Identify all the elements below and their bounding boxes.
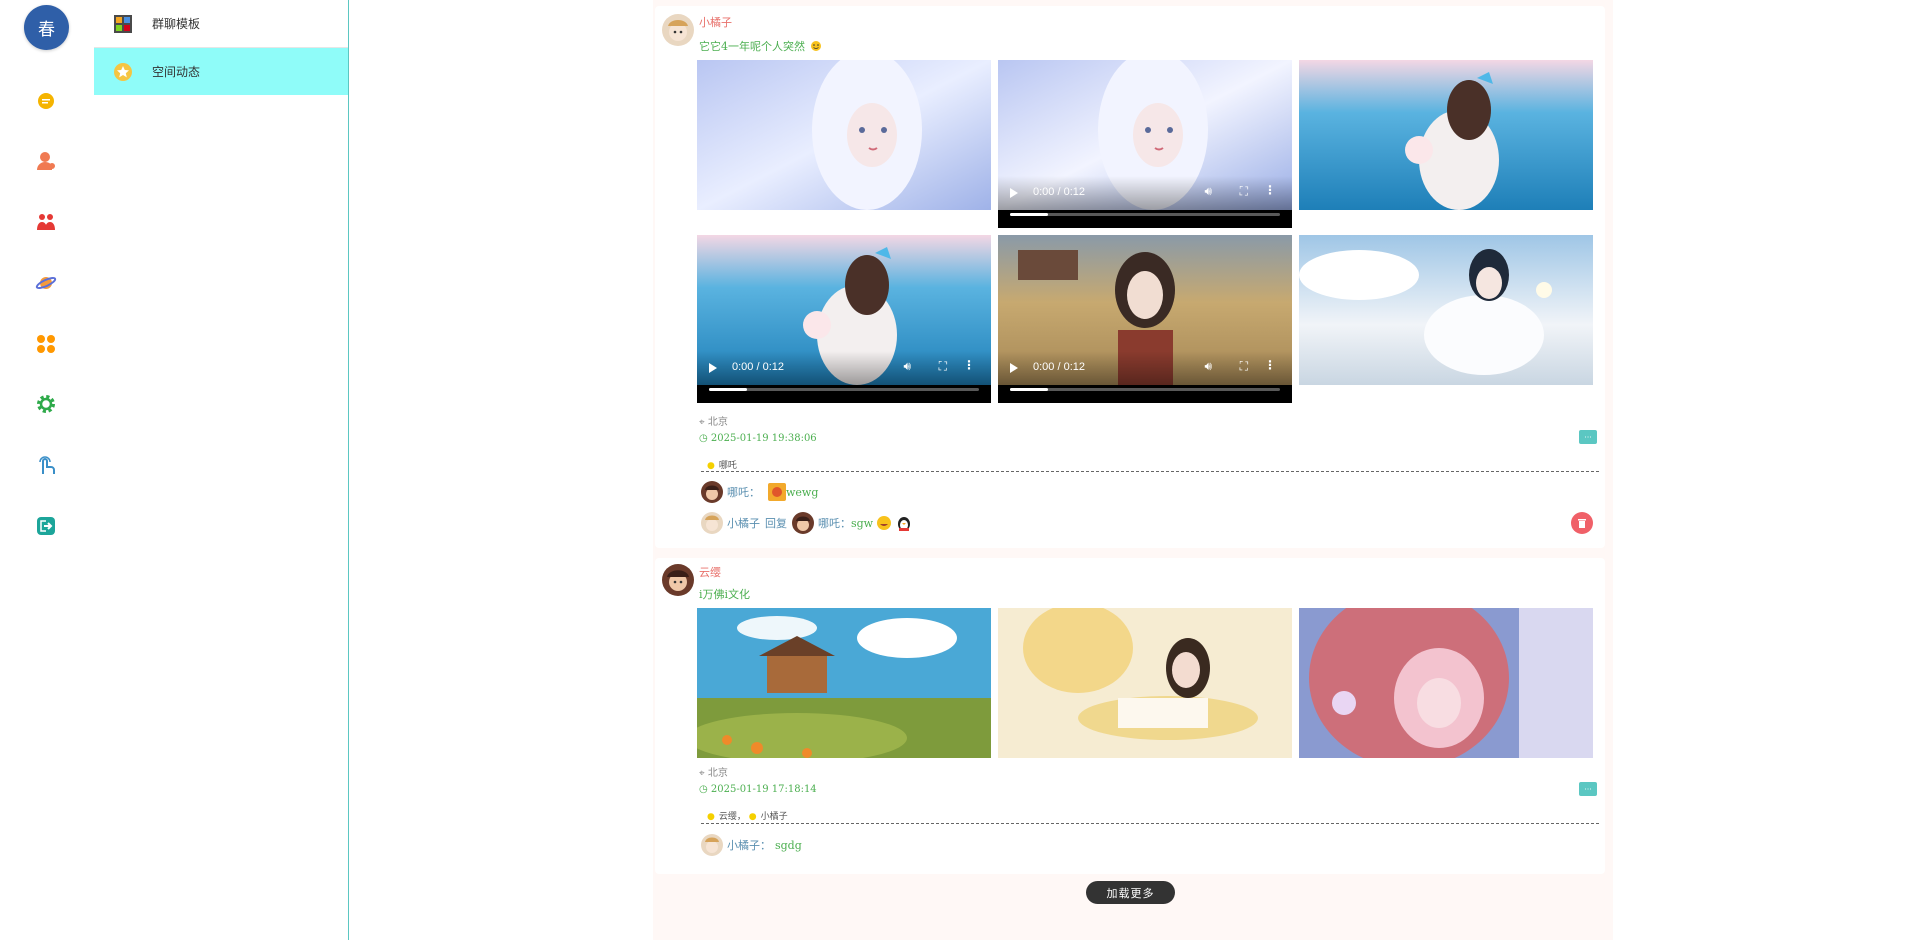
video-time: 0:00 / 0:12 — [732, 361, 784, 373]
nav-rail: 春 — [0, 0, 94, 940]
video-controls: 0:00 / 0:12 🔊︎ ⛶ ⋮ — [697, 351, 991, 403]
video-controls: 0:00 / 0:12 🔊︎ ⛶ ⋮ — [998, 176, 1292, 228]
sidebar-item-space-moments[interactable]: 空间动态 — [94, 48, 348, 95]
post-image[interactable] — [998, 608, 1292, 758]
play-icon[interactable] — [709, 363, 717, 373]
more-options-icon[interactable]: ⋮ — [1264, 358, 1276, 372]
video-progress[interactable] — [1010, 213, 1280, 216]
post-card: 云缨 i万佛i文化 ⌖ 北京 ◷ 2025-01-19 17:18:14 ··· — [655, 558, 1605, 874]
commenter-name[interactable]: 小橘子： — [727, 837, 771, 853]
settings-icon[interactable] — [33, 391, 59, 417]
post-location: ⌖ 北京 — [699, 417, 728, 428]
sticker-emoji-icon — [768, 483, 786, 501]
commenter-avatar[interactable] — [701, 834, 723, 856]
user-avatar[interactable]: 春 — [24, 5, 69, 50]
sidebar: 群聊模板 空间动态 — [94, 0, 349, 940]
post-image[interactable] — [1299, 235, 1593, 385]
planet-icon[interactable] — [33, 270, 59, 296]
like-star-icon: ● — [707, 461, 715, 471]
reply-target-name[interactable]: 哪吒： — [818, 515, 851, 531]
play-icon[interactable] — [1010, 188, 1018, 198]
author-avatar[interactable] — [662, 14, 694, 46]
location-pin-icon: ⌖ — [699, 768, 705, 779]
groups-icon[interactable] — [33, 209, 59, 235]
post-video[interactable]: 0:00 / 0:12 🔊︎ ⛶ ⋮ — [998, 60, 1292, 228]
post-location: ⌖ 北京 — [699, 768, 728, 779]
comment-text: sgdg — [775, 838, 802, 852]
sidebar-item-group-templates[interactable]: 群聊模板 — [94, 0, 348, 48]
more-options-icon[interactable]: ⋮ — [963, 358, 975, 372]
penguin-emoji-icon — [895, 514, 913, 532]
commenter-avatar[interactable] — [701, 481, 723, 503]
like-star-icon: ● — [707, 812, 715, 822]
post-actions-button[interactable]: ··· — [1579, 430, 1597, 444]
likes-row: ● 云缨， ● 小橘子 — [707, 812, 788, 822]
video-time: 0:00 / 0:12 — [1033, 361, 1085, 373]
comment-row: 小橘子： sgdg — [701, 834, 802, 856]
post-video[interactable]: 0:00 / 0:12 🔊︎ ⛶ ⋮ — [697, 235, 991, 403]
load-more-button[interactable]: 加载更多 — [1086, 881, 1175, 904]
post-text: i万佛i文化 — [699, 588, 751, 601]
template-icon — [112, 13, 134, 35]
clock-icon: ◷ — [699, 784, 708, 795]
commenter-avatar[interactable] — [701, 512, 723, 534]
commenter-name[interactable]: 小橘子 — [727, 515, 760, 531]
reply-target-avatar[interactable] — [792, 512, 814, 534]
post-video[interactable]: 0:00 / 0:12 🔊︎ ⛶ ⋮ — [998, 235, 1292, 403]
post-actions-button[interactable]: ··· — [1579, 782, 1597, 796]
fullscreen-icon[interactable]: ⛶ — [939, 359, 947, 374]
play-icon[interactable] — [1010, 363, 1018, 373]
post-time: ◷ 2025-01-19 19:38:06 — [699, 433, 817, 444]
video-progress[interactable] — [709, 388, 979, 391]
comment-text: wewg — [786, 485, 819, 499]
post-text: 它它4一年呢个人突然 — [699, 38, 823, 56]
main-area: 小橘子 它它4一年呢个人突然 0:00 / 0:12 🔊︎ ⛶ ⋮ 0:00 /… — [349, 0, 1906, 940]
apps-icon[interactable] — [33, 331, 59, 357]
fullscreen-icon[interactable]: ⛶ — [1240, 359, 1248, 374]
sidebar-item-label: 空间动态 — [152, 65, 201, 79]
post-card: 小橘子 它它4一年呢个人突然 0:00 / 0:12 🔊︎ ⛶ ⋮ 0:00 /… — [655, 6, 1605, 548]
touch-icon[interactable] — [33, 452, 59, 478]
post-image[interactable] — [697, 60, 991, 210]
post-time: ◷ 2025-01-19 17:18:14 — [699, 784, 817, 795]
author-name[interactable]: 云缨 — [699, 564, 721, 580]
post-image[interactable] — [1299, 608, 1593, 758]
location-pin-icon: ⌖ — [699, 417, 705, 428]
divider — [701, 471, 1599, 472]
sidebar-item-label: 群聊模板 — [152, 17, 201, 31]
video-controls: 0:00 / 0:12 🔊︎ ⛶ ⋮ — [998, 351, 1292, 403]
chat-icon[interactable] — [33, 88, 59, 114]
volume-icon[interactable]: 🔊︎ — [903, 359, 911, 374]
reply-label: 回复 — [765, 517, 787, 530]
clock-icon: ◷ — [699, 433, 708, 444]
moments-feed: 小橘子 它它4一年呢个人突然 0:00 / 0:12 🔊︎ ⛶ ⋮ 0:00 /… — [653, 0, 1613, 940]
avatar-text: 春 — [38, 20, 55, 40]
logout-icon[interactable] — [33, 513, 59, 539]
star-icon — [112, 61, 134, 83]
likes-row: ● 哪吒 — [707, 461, 737, 471]
author-name[interactable]: 小橘子 — [699, 14, 732, 30]
like-star-icon: ● — [748, 812, 757, 822]
video-time: 0:00 / 0:12 — [1033, 186, 1085, 198]
laughing-emoji-icon — [875, 514, 893, 532]
more-options-icon[interactable]: ⋮ — [1264, 183, 1276, 197]
commenter-name[interactable]: 哪吒： — [727, 484, 760, 500]
comment-row: 哪吒： wewg — [701, 481, 818, 503]
comment-reply-row: 小橘子 回复 哪吒： sgw — [701, 512, 913, 534]
fullscreen-icon[interactable]: ⛶ — [1240, 184, 1248, 199]
divider — [701, 823, 1599, 824]
author-avatar[interactable] — [662, 564, 694, 596]
comment-text: sgw — [851, 516, 874, 530]
delete-comment-button[interactable] — [1571, 512, 1593, 534]
post-image[interactable] — [697, 608, 991, 758]
volume-icon[interactable]: 🔊︎ — [1204, 359, 1212, 374]
volume-icon[interactable]: 🔊︎ — [1204, 184, 1212, 199]
post-image[interactable] — [1299, 60, 1593, 210]
video-progress[interactable] — [1010, 388, 1280, 391]
sun-emoji-icon — [809, 39, 823, 56]
contacts-icon[interactable] — [33, 148, 59, 174]
